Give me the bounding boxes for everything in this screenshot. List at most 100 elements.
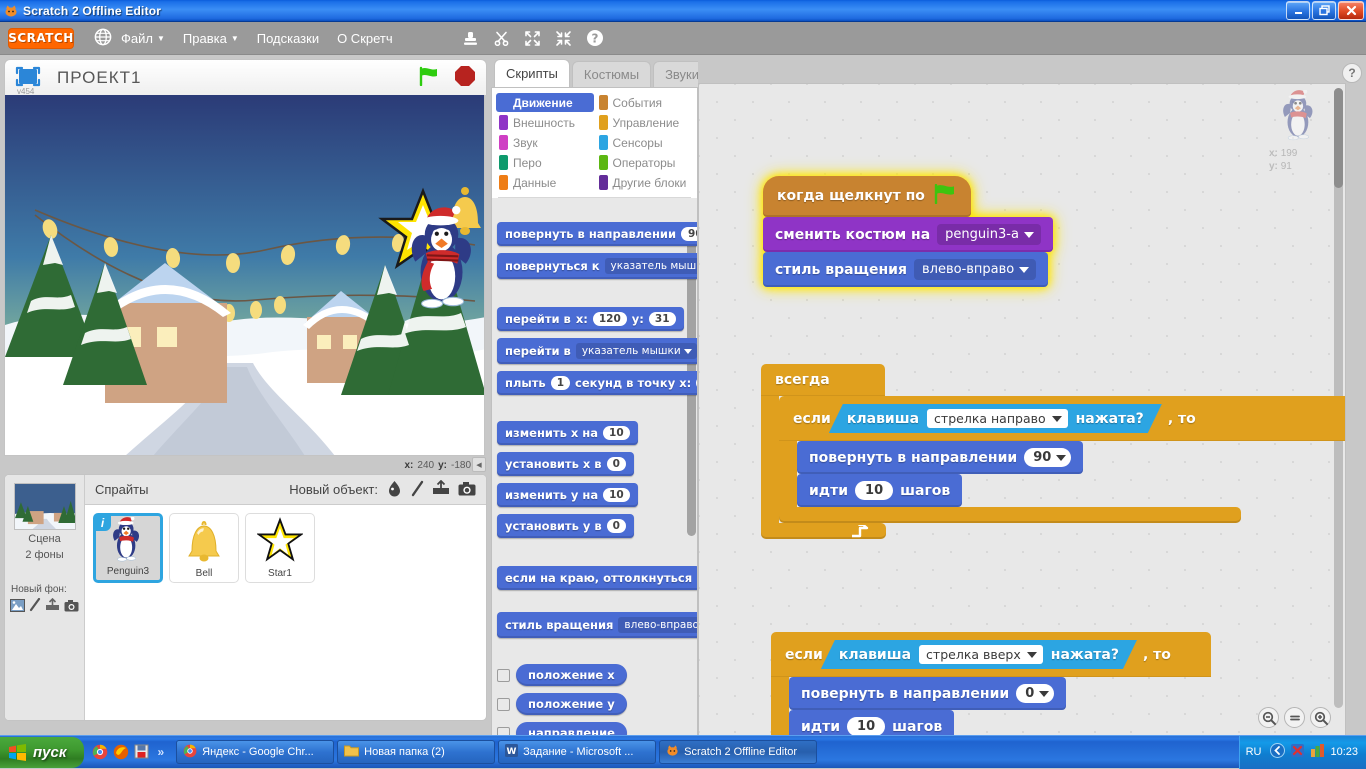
category-sensing[interactable]: Сенсоры xyxy=(596,133,694,152)
save-icon[interactable] xyxy=(134,744,150,760)
scrollbar-thumb[interactable] xyxy=(1334,88,1343,188)
scissors-delete-icon[interactable] xyxy=(493,30,510,47)
quicklaunch-more-icon[interactable]: » xyxy=(157,745,164,759)
minimize-button[interactable] xyxy=(1286,1,1310,20)
taskbar-item-scratch[interactable]: Scratch 2 Offline Editor xyxy=(659,740,817,764)
palette-block-goto-xy[interactable]: перейти в x: 120 y: 31 xyxy=(492,307,697,331)
updates-icon[interactable] xyxy=(1310,743,1325,761)
tab-scripts[interactable]: Скрипты xyxy=(494,59,570,87)
sprite-card-penguin3[interactable]: i xyxy=(93,513,163,583)
script-stack-when-flag-clicked[interactable]: когда щелкнут по сменить костюм на pengu… xyxy=(763,176,1053,287)
reporter-x-position[interactable]: положение x xyxy=(516,664,627,686)
category-events[interactable]: События xyxy=(596,93,694,112)
steps-input[interactable]: 10 xyxy=(855,481,893,500)
help-icon[interactable]: ? xyxy=(1342,63,1362,83)
forever-header[interactable]: всегда xyxy=(761,364,885,396)
menu-about[interactable]: О Скретч xyxy=(328,27,402,50)
category-sound[interactable]: Звук xyxy=(496,133,594,152)
green-flag-icon[interactable] xyxy=(418,66,440,89)
palette-reporter-x-position[interactable]: положение x xyxy=(492,664,697,686)
steps-input[interactable]: 10 xyxy=(847,717,885,736)
globe-icon[interactable] xyxy=(94,28,112,49)
choose-backdrop-icon[interactable] xyxy=(10,599,25,615)
block-set-rotation-style[interactable]: стиль вращения влево-вправо xyxy=(763,252,1048,287)
palette-block-change-x[interactable]: изменить x на 10 xyxy=(492,421,697,445)
close-button[interactable] xyxy=(1338,1,1364,20)
help-icon[interactable]: ? xyxy=(586,29,604,47)
antivirus-icon[interactable] xyxy=(1290,743,1305,761)
category-looks[interactable]: Внешность xyxy=(496,113,594,132)
if-header[interactable]: если клавиша стрелка направо нажата? xyxy=(779,396,1346,441)
collapse-arrow-icon[interactable]: ◀ xyxy=(472,457,486,472)
chrome-icon[interactable] xyxy=(92,744,108,760)
sprite-card-bell[interactable]: Bell xyxy=(169,513,239,583)
camera-icon[interactable] xyxy=(458,481,476,499)
key-dropdown[interactable]: стрелка вверх xyxy=(919,645,1043,664)
stop-sign-icon[interactable] xyxy=(454,65,476,90)
rotation-style-dropdown[interactable]: влево-вправо xyxy=(618,617,697,633)
target-dropdown[interactable]: указатель мышки xyxy=(605,258,697,274)
category-more-blocks[interactable]: Другие блоки xyxy=(596,173,694,192)
taskbar-clock[interactable]: 10:23 xyxy=(1330,746,1358,758)
block-point-in-direction[interactable]: повернуть в направлении 90 xyxy=(797,441,1083,474)
stage-thumbnail[interactable] xyxy=(14,483,76,530)
category-control[interactable]: Управление xyxy=(596,113,694,132)
secs-input[interactable]: 1 xyxy=(551,376,570,390)
zoom-reset-button[interactable] xyxy=(1284,707,1305,728)
palette-block-set-y[interactable]: установить y в 0 xyxy=(492,514,697,538)
direction-dropdown[interactable]: 90 xyxy=(1024,448,1071,467)
taskbar-item-folder[interactable]: Новая папка (2) xyxy=(337,740,495,764)
palette-block-bounce[interactable]: если на краю, оттолкнуться xyxy=(492,566,697,590)
costume-dropdown[interactable]: penguin3-a xyxy=(937,224,1041,245)
block-key-pressed[interactable]: клавиша стрелка направо нажата? xyxy=(829,404,1162,433)
category-operators[interactable]: Операторы xyxy=(596,153,694,172)
palette-block-turn-direction[interactable]: повернуть в направлении 90 xyxy=(492,222,697,246)
value-input[interactable]: 10 xyxy=(603,426,630,440)
palette-block-rotation-style[interactable]: стиль вращения влево-вправо xyxy=(492,612,697,638)
palette-block-point-towards[interactable]: повернуться к указатель мышки xyxy=(492,253,697,279)
reporter-y-position[interactable]: положение y xyxy=(516,693,627,715)
zoom-in-button[interactable] xyxy=(1310,707,1331,728)
language-indicator[interactable]: RU xyxy=(1246,746,1266,758)
y-input[interactable]: 31 xyxy=(649,312,676,326)
if-header[interactable]: если клавиша стрелка вверх нажата? , то xyxy=(771,632,1211,677)
x-input[interactable]: 120 xyxy=(593,312,627,326)
shrink-icon[interactable] xyxy=(555,30,572,47)
category-data[interactable]: Данные xyxy=(496,173,594,192)
block-point-in-direction[interactable]: повернуть в направлении 0 xyxy=(789,677,1066,710)
show-hidden-icon[interactable] xyxy=(1270,743,1285,761)
maximize-restore-button[interactable] xyxy=(1312,1,1336,20)
camera-icon[interactable] xyxy=(64,599,79,615)
stage-selector[interactable]: Сцена 2 фоны Новый фон: xyxy=(5,475,85,720)
zoom-out-button[interactable] xyxy=(1258,707,1279,728)
reporter-checkbox[interactable] xyxy=(497,669,510,682)
palette-reporter-y-position[interactable]: положение y xyxy=(492,693,697,715)
script-canvas[interactable]: x: 199 y: 91 когда щелкнут по xyxy=(698,83,1346,739)
block-key-pressed[interactable]: клавиша стрелка вверх нажата? xyxy=(821,640,1137,669)
taskbar-item-word[interactable]: W Задание - Microsoft ... xyxy=(498,740,656,764)
menu-file[interactable]: Файл ▼ xyxy=(112,27,174,50)
value-input[interactable]: 0 xyxy=(607,519,626,533)
menu-tips[interactable]: Подсказки xyxy=(248,27,328,50)
tab-costumes[interactable]: Костюмы xyxy=(572,61,651,87)
script-stack-if-up-arrow[interactable]: если клавиша стрелка вверх нажата? , то xyxy=(771,632,1211,739)
rotation-style-dropdown[interactable]: влево-вправо xyxy=(914,259,1036,280)
key-dropdown[interactable]: стрелка направо xyxy=(927,409,1068,428)
direction-dropdown[interactable]: 0 xyxy=(1016,684,1054,703)
script-stack-forever[interactable]: всегда если клавиша xyxy=(761,364,1346,539)
block-if-up-arrow[interactable]: если клавиша стрелка вверх нажата? , то xyxy=(771,632,1211,739)
category-pen[interactable]: Перо xyxy=(496,153,594,172)
x-input[interactable]: 1 xyxy=(696,376,697,390)
brush-icon[interactable] xyxy=(29,598,41,615)
block-forever[interactable]: всегда если клавиша xyxy=(761,364,1346,539)
stage-canvas[interactable] xyxy=(4,95,485,456)
palette-block-change-y[interactable]: изменить y на 10 xyxy=(492,483,697,507)
grow-icon[interactable] xyxy=(524,30,541,47)
brush-icon[interactable] xyxy=(411,480,424,500)
value-input[interactable]: 0 xyxy=(607,457,626,471)
upload-backdrop-icon[interactable] xyxy=(45,598,60,615)
category-motion[interactable]: Движение xyxy=(496,93,594,112)
target-dropdown[interactable]: указатель мышки xyxy=(576,343,697,359)
block-move-steps[interactable]: идти 10 шагов xyxy=(797,474,962,507)
block-if-right-arrow[interactable]: если клавиша стрелка направо нажата? xyxy=(779,396,1346,523)
